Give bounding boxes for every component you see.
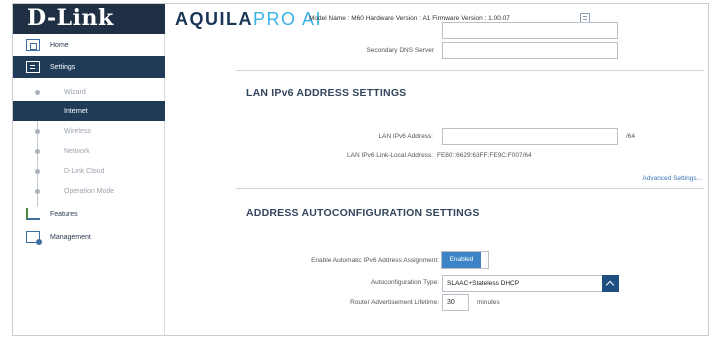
sidebar-item-label: Management: [50, 233, 91, 241]
secondary-dns-label: Secondary DNS Server: [366, 47, 434, 54]
management-icon: [26, 231, 42, 245]
prefix-length: /64: [626, 133, 636, 140]
router-admin-window: D-Link AQUILAPRO AI Model Name : M60 Har…: [12, 3, 709, 336]
link-local-label: LAN IPv6 Link-Local Address:: [347, 152, 433, 159]
lan-ipv6-address-input[interactable]: [442, 128, 618, 145]
sidebar-item-label: Settings: [50, 63, 76, 71]
autoconfig-type-label: Autoconfiguration Type:: [370, 279, 439, 286]
enable-assignment-toggle[interactable]: Enabled: [441, 251, 489, 269]
enable-assignment-label: Enable Automatic IPv6 Address Assignment…: [311, 257, 439, 264]
router-adv-lifetime-input[interactable]: 30: [442, 294, 469, 311]
tree-dot: [35, 149, 40, 154]
home-icon: [26, 39, 40, 51]
lan-ipv6-address-label: LAN IPv6 Address:: [378, 133, 433, 140]
tree-dot: [35, 129, 40, 134]
settings-icon: [26, 61, 40, 73]
primary-dns-input[interactable]: [442, 22, 618, 39]
advanced-settings-link[interactable]: Advanced Settings...: [642, 175, 702, 182]
sidebar-subitem-label: Wireless: [64, 127, 91, 135]
brand-aquila: AQUILA: [175, 9, 253, 29]
sidebar-item-label: Features: [50, 210, 78, 218]
sidebar-item-home[interactable]: Home: [13, 34, 165, 56]
router-adv-lifetime-label: Router Advertisement Lifetime:: [350, 299, 439, 306]
chevron-up-icon[interactable]: [602, 275, 619, 292]
sidebar-subitem-label: D-Link Cloud: [64, 167, 105, 175]
product-brand: AQUILAPRO AI: [175, 9, 322, 30]
main-content: Secondary DNS Server LAN IPv6 ADDRESS SE…: [166, 22, 708, 335]
dlink-logo: D-Link: [27, 5, 114, 31]
sidebar-subitem-internet[interactable]: Internet: [13, 101, 165, 121]
secondary-dns-input[interactable]: [442, 42, 618, 59]
autoconfig-section-title: ADDRESS AUTOCONFIGURATION SETTINGS: [246, 207, 480, 219]
autoconfig-type-select[interactable]: SLAAC+Stateless DHCP: [442, 275, 603, 292]
model-info: Model Name : M60 Hardware Version : A1 F…: [309, 15, 510, 22]
tree-dot: [35, 90, 40, 95]
sidebar: Home Settings Wizard Internet Wireless N…: [13, 34, 165, 335]
section-divider: [236, 70, 704, 71]
logo-box: D-Link: [13, 4, 165, 34]
sidebar-subitem-label: Operation Mode: [64, 187, 115, 195]
sidebar-item-label: Home: [50, 41, 69, 49]
tree-dot: [35, 169, 40, 174]
toggle-state: Enabled: [442, 252, 481, 268]
features-icon: [26, 208, 40, 220]
sidebar-subitem-label: Wizard: [64, 88, 86, 96]
lan-ipv6-section-title: LAN IPv6 ADDRESS SETTINGS: [246, 87, 407, 99]
sidebar-subitem-label: Network: [64, 147, 90, 155]
sidebar-item-settings[interactable]: Settings: [13, 56, 165, 78]
sidebar-subitem-label: Internet: [64, 107, 88, 115]
tree-dot: [35, 189, 40, 194]
section-divider: [236, 188, 704, 189]
link-local-value: FE80::6629:63FF:FE9C:F007/64: [437, 152, 532, 159]
sidebar-item-features[interactable]: Features: [13, 203, 165, 225]
sidebar-item-management[interactable]: Management: [13, 226, 165, 248]
lifetime-unit: minutes: [477, 299, 500, 306]
